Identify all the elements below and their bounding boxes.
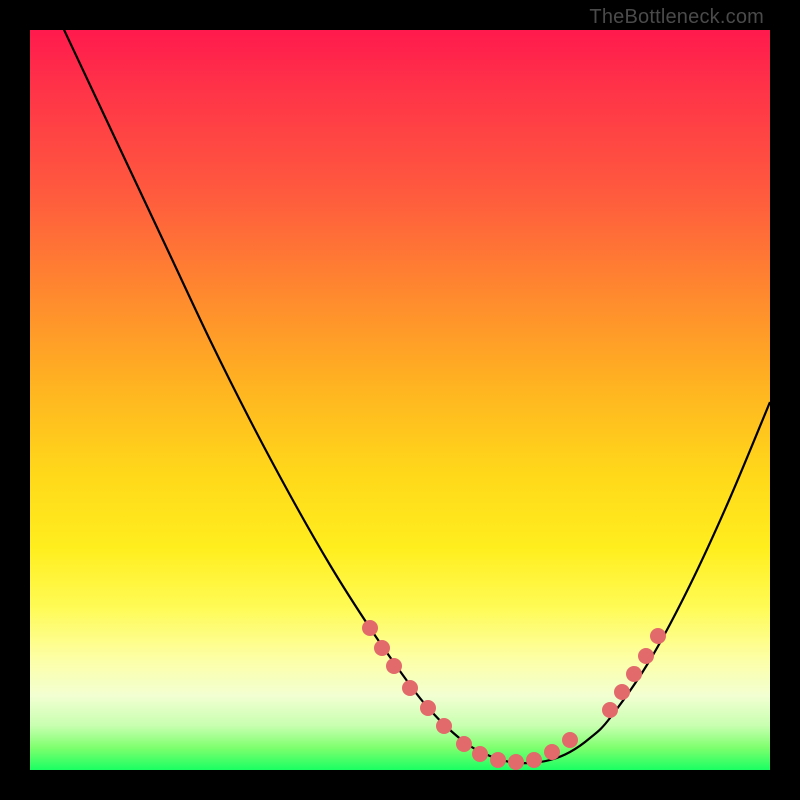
watermark-text: TheBottleneck.com <box>589 6 764 29</box>
marker-dot <box>526 752 542 768</box>
marker-dot <box>420 700 436 716</box>
marker-dot <box>472 746 488 762</box>
marker-dot <box>626 666 642 682</box>
marker-dot <box>436 718 452 734</box>
marker-dot <box>562 732 578 748</box>
marker-dot <box>638 648 654 664</box>
marker-dot <box>386 658 402 674</box>
marker-dot <box>650 628 666 644</box>
marker-dot <box>508 754 524 770</box>
marker-dot <box>614 684 630 700</box>
curve-markers <box>362 620 666 770</box>
marker-dot <box>362 620 378 636</box>
marker-dot <box>602 702 618 718</box>
marker-dot <box>402 680 418 696</box>
marker-dot <box>374 640 390 656</box>
marker-dot <box>456 736 472 752</box>
marker-dot <box>490 752 506 768</box>
marker-dot <box>544 744 560 760</box>
bottleneck-curve <box>50 30 770 763</box>
chart-svg <box>30 30 770 770</box>
chart-frame: TheBottleneck.com <box>0 0 800 800</box>
